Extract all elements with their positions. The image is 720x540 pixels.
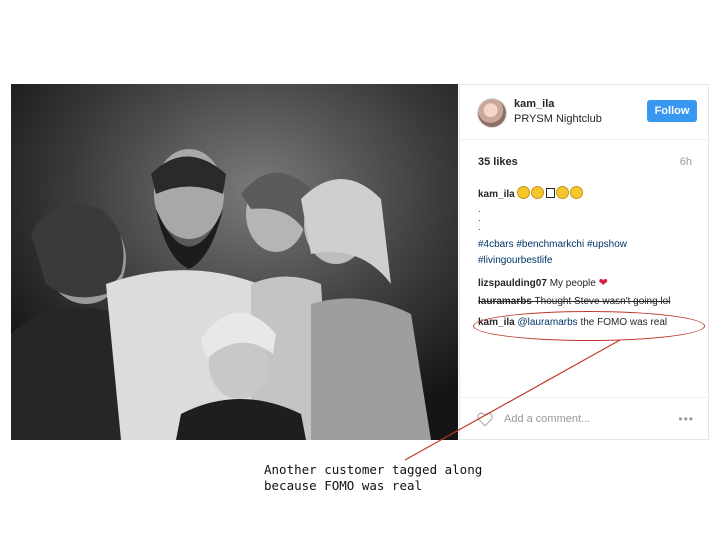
annotation-line-2: because FOMO was real [264,478,423,493]
pointer-line [404,339,621,461]
annotation-line-1: Another customer tagged along [264,462,483,477]
slide: kam_ila PRYSM Nightclub Follow 35 likes … [0,0,720,540]
annotation-text: Another customer tagged along because FO… [264,462,564,494]
